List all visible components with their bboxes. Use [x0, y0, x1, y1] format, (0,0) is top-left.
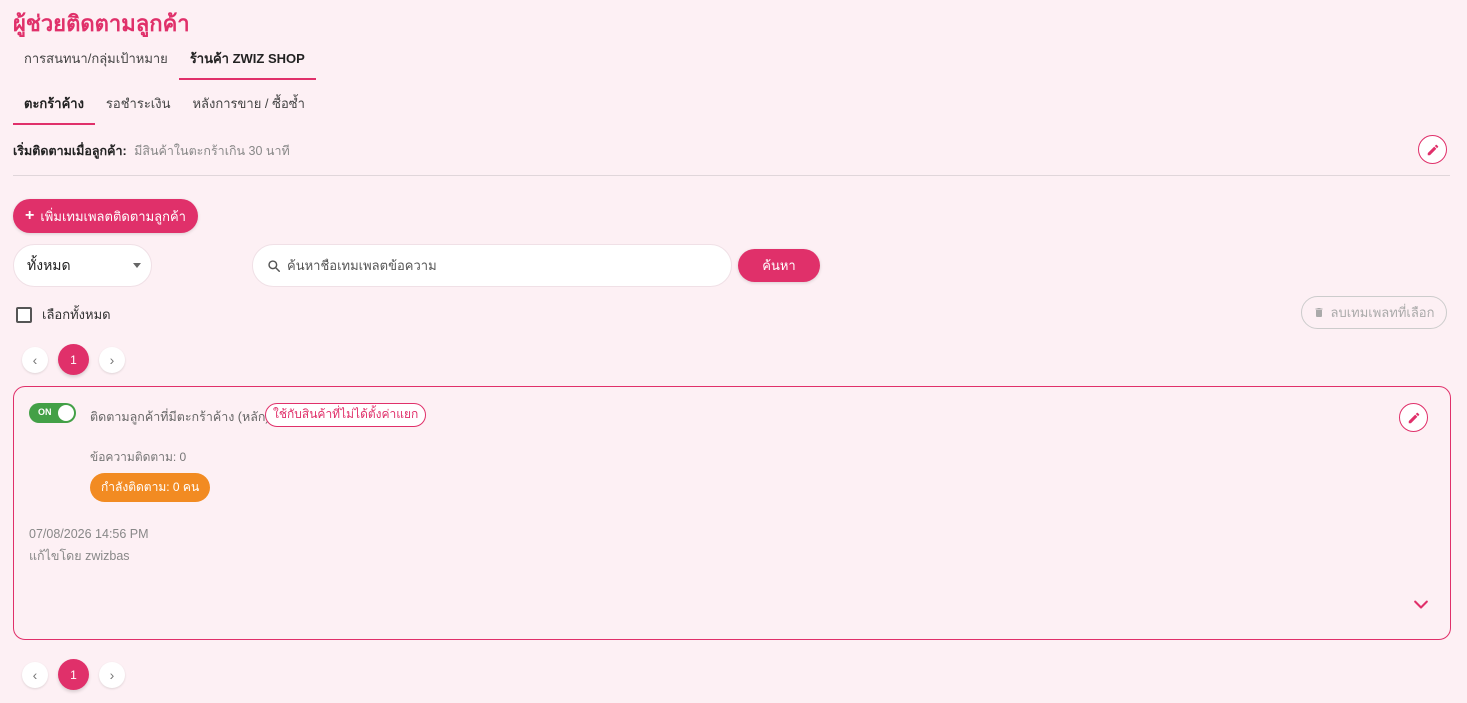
trigger-label: เริ่มติดตามเมื่อลูกค้า:: [13, 144, 127, 158]
divider: [13, 175, 1450, 176]
chevron-left-icon[interactable]: ‹: [22, 346, 48, 373]
delete-selected-button[interactable]: ลบเทมเพลทที่เลือก: [1301, 296, 1447, 329]
tab-zwiz-shop[interactable]: ร้านค้า ZWIZ SHOP: [178, 42, 316, 80]
tab-abandoned-cart[interactable]: ตะกร้าค้าง: [13, 87, 95, 125]
pencil-icon: [1427, 144, 1438, 155]
page-title: ผู้ช่วยติดตามลูกค้า: [13, 11, 190, 36]
plus-icon: +: [25, 207, 35, 224]
delete-selected-label: ลบเทมเพลทที่เลือก: [1330, 305, 1435, 320]
pagination-top: ‹ 1 ›: [22, 344, 125, 375]
secondary-tabs: ตะกร้าค้าง รอชำระเงิน หลังการขาย / ซื้อซ…: [13, 87, 316, 125]
select-all: เลือกทั้งหมด: [16, 304, 111, 325]
chevron-right-icon[interactable]: ›: [99, 661, 125, 688]
add-template-label: เพิ่มเทมเพลตติดตามลูกค้า: [40, 208, 186, 224]
search-icon: [268, 259, 280, 272]
page-number[interactable]: 1: [58, 344, 89, 375]
chevron-right-icon[interactable]: ›: [99, 346, 125, 373]
select-all-label: เลือกทั้งหมด: [42, 307, 111, 322]
chevron-left-icon[interactable]: ‹: [22, 661, 48, 688]
template-title: ติดตามลูกค้าที่มีตะกร้าค้าง (หลัก): [90, 410, 270, 424]
tab-after-sale[interactable]: หลังการขาย / ซื้อซ้ำ: [181, 87, 315, 125]
filter-value: ทั้งหมด: [27, 256, 71, 273]
caret-down-icon: [133, 263, 141, 268]
select-all-checkbox[interactable]: [16, 306, 32, 323]
chevron-down-icon[interactable]: [1411, 595, 1431, 615]
search-button[interactable]: ค้นหา: [738, 249, 820, 282]
pencil-icon: [1408, 412, 1419, 423]
message-count: ข้อความติดตาม: 0: [90, 450, 187, 464]
search-box: [252, 244, 732, 287]
trigger-value: มีสินค้าในตะกร้าเกิน 30 นาที: [134, 144, 290, 158]
edit-template-button[interactable]: [1399, 403, 1428, 432]
following-badge[interactable]: กำลังติดตาม: 0 คน: [90, 473, 211, 502]
filter-select[interactable]: ทั้งหมด: [13, 244, 152, 287]
template-date: 07/08/2026 14:56 PM: [29, 527, 149, 541]
toggle-knob: [58, 405, 74, 421]
tab-conversation-target[interactable]: การสนทนา/กลุ่มเป้าหมาย: [13, 42, 179, 80]
template-toggle[interactable]: ON: [29, 403, 76, 423]
trigger-condition: เริ่มติดตามเมื่อลูกค้า: มีสินค้าในตะกร้า…: [13, 141, 290, 161]
toggle-label: ON: [38, 407, 52, 417]
edit-trigger-button[interactable]: [1418, 135, 1447, 164]
page-number[interactable]: 1: [58, 659, 89, 690]
add-template-button[interactable]: + เพิ่มเทมเพลตติดตามลูกค้า: [13, 199, 198, 233]
trash-icon: [1315, 308, 1323, 317]
pagination-bottom: ‹ 1 ›: [22, 659, 125, 690]
primary-tabs: การสนทนา/กลุ่มเป้าหมาย ร้านค้า ZWIZ SHOP: [13, 42, 316, 80]
edited-by: แก้ไขโดย zwizbas: [29, 549, 130, 563]
tab-awaiting-payment[interactable]: รอชำระเงิน: [95, 87, 182, 125]
search-input[interactable]: [287, 258, 707, 273]
template-card: ON ติดตามลูกค้าที่มีตะกร้าค้าง (หลัก) ใช…: [13, 386, 1451, 640]
scope-badge: ใช้กับสินค้าที่ไม่ได้ตั้งค่าแยก: [265, 403, 427, 427]
